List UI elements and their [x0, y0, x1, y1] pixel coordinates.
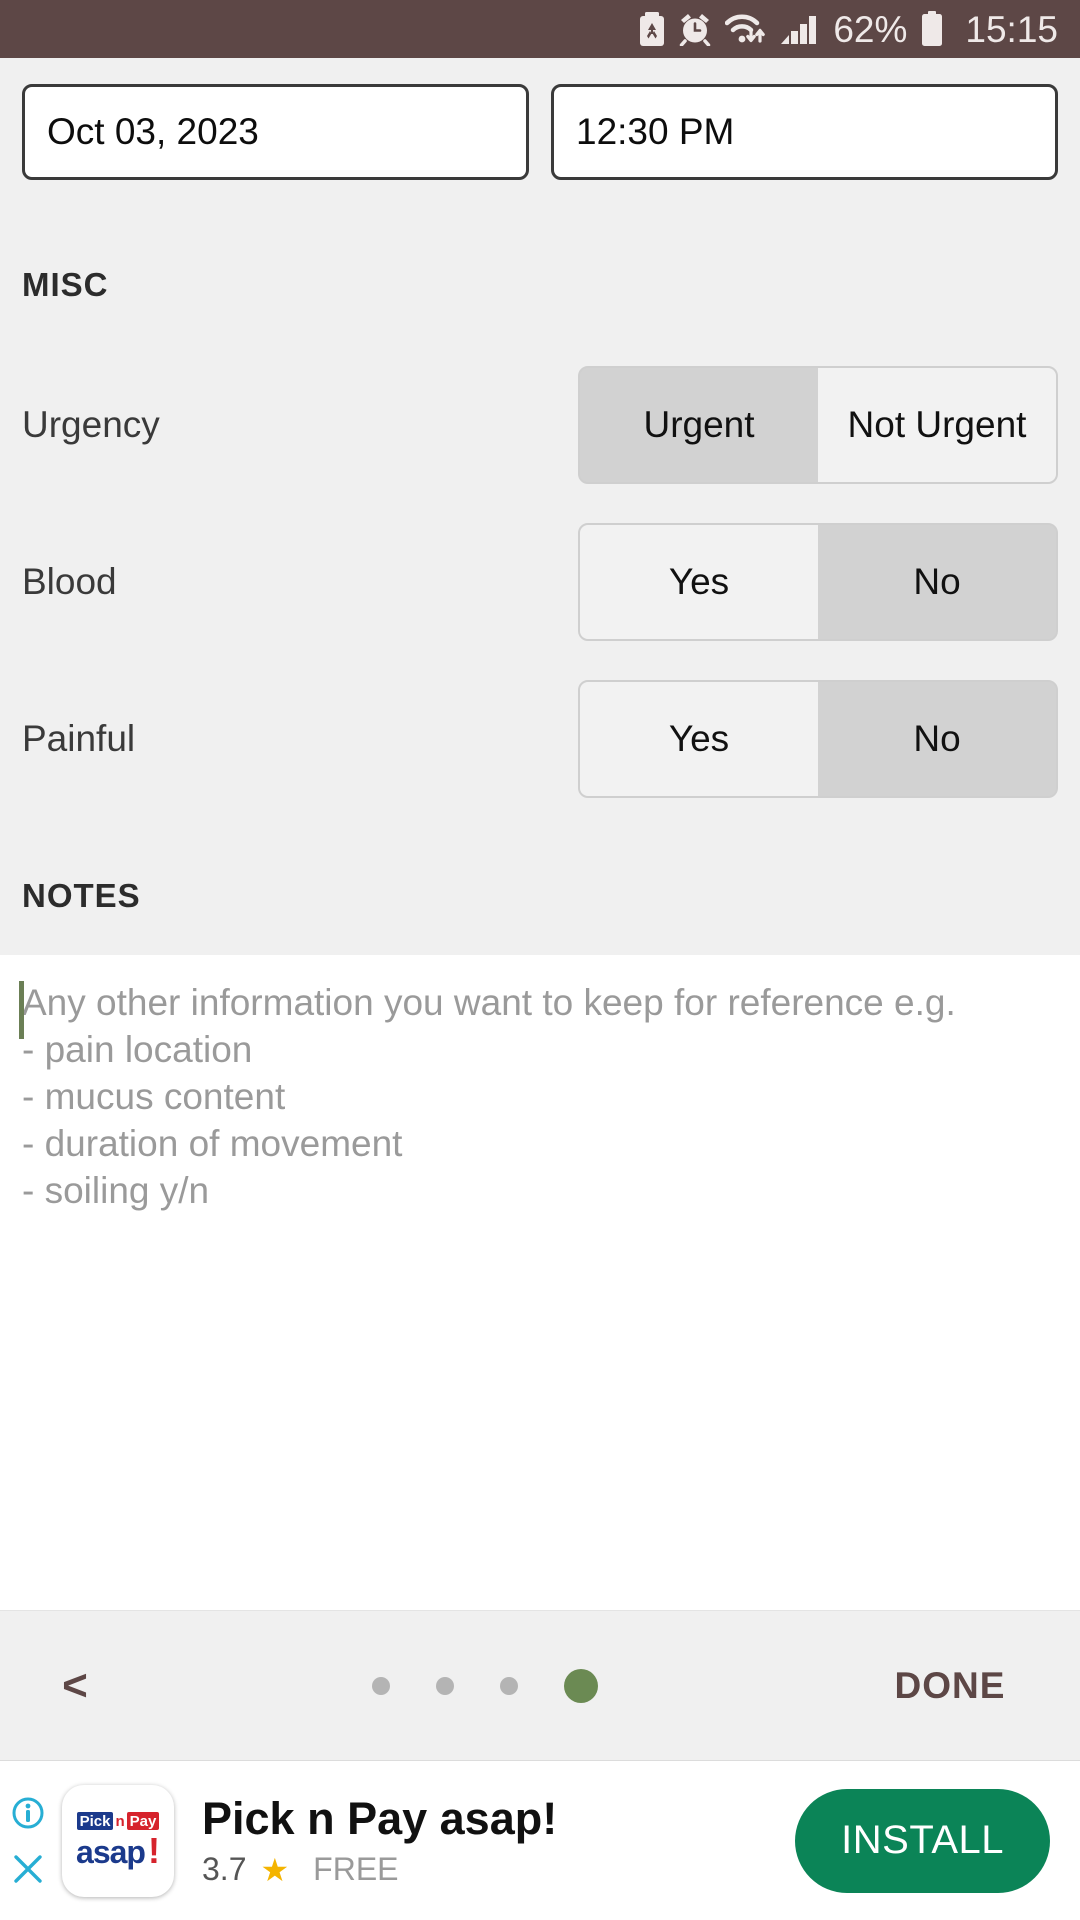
page-dot[interactable] [372, 1676, 390, 1695]
row-blood: Blood Yes No [0, 503, 1080, 660]
page-dot[interactable] [436, 1676, 454, 1695]
back-button[interactable]: < [0, 1661, 150, 1711]
page-dot-active[interactable] [564, 1668, 598, 1703]
notes-placeholder: Any other information you want to keep f… [22, 982, 956, 1211]
time-field[interactable]: 12:30 PM [551, 84, 1058, 180]
star-icon: ★ [260, 1851, 290, 1888]
app-root: 62% 15:15 Oct 03, 2023 12:30 PM MISC Urg… [0, 0, 1080, 1920]
battery-percent-label: 62% [833, 8, 908, 50]
segment-option-blood-no[interactable]: No [818, 524, 1056, 639]
row-urgency: Urgency Urgent Not Urgent [0, 346, 1080, 503]
bottom-navigation: < DONE [0, 1610, 1080, 1760]
ad-text-block: Pick n Pay asap! 3.7 ★ FREE [174, 1793, 795, 1889]
install-button[interactable]: INSTALL [795, 1788, 1050, 1893]
page-dot[interactable] [500, 1676, 518, 1695]
row-label-blood: Blood [22, 560, 117, 602]
row-painful: Painful Yes No [0, 660, 1080, 817]
close-icon[interactable] [10, 1851, 46, 1887]
logo-pay-text: Pay [126, 1812, 160, 1830]
segment-option-urgent[interactable]: Urgent [580, 367, 818, 482]
ad-controls [0, 1761, 56, 1920]
ad-rating-value: 3.7 [202, 1851, 247, 1887]
segment-option-not-urgent[interactable]: Not Urgent [818, 367, 1056, 482]
segmented-control-blood[interactable]: Yes No [578, 522, 1058, 641]
logo-asap-text: asap [76, 1834, 146, 1870]
row-label-painful: Painful [22, 717, 136, 759]
logo-exclamation-text: ! [147, 1830, 160, 1871]
battery-icon [920, 11, 944, 47]
row-label-urgency: Urgency [22, 403, 160, 445]
segment-option-blood-yes[interactable]: Yes [580, 524, 818, 639]
notes-section-header: NOTES [22, 877, 141, 914]
page-indicator [150, 1668, 820, 1703]
segment-option-painful-no[interactable]: No [818, 681, 1056, 796]
segmented-control-painful[interactable]: Yes No [578, 679, 1058, 798]
clock-label: 15:15 [965, 8, 1058, 50]
ad-banner[interactable]: Pick n Pay asap ! Pick n Pay asap! 3.7 ★… [0, 1760, 1080, 1920]
ad-title: Pick n Pay asap! [202, 1792, 558, 1844]
datetime-row: Oct 03, 2023 12:30 PM [0, 58, 1080, 180]
text-caret [19, 981, 24, 1039]
ad-app-logo: Pick n Pay asap ! [62, 1784, 174, 1897]
done-button[interactable]: DONE [820, 1665, 1080, 1707]
segmented-control-urgency[interactable]: Urgent Not Urgent [578, 365, 1058, 484]
notes-input[interactable]: Any other information you want to keep f… [0, 955, 1080, 1610]
alarm-clock-icon [678, 12, 712, 46]
logo-n-text: n [115, 1812, 125, 1830]
ad-price-label: FREE [313, 1851, 399, 1887]
status-bar: 62% 15:15 [0, 0, 1080, 58]
wifi-icon [725, 12, 767, 46]
misc-rows: Urgency Urgent Not Urgent Blood Yes No P… [0, 346, 1080, 817]
battery-saver-icon [639, 12, 665, 46]
segment-option-painful-yes[interactable]: Yes [580, 681, 818, 796]
ad-meta: 3.7 ★ FREE [202, 1851, 795, 1889]
date-field[interactable]: Oct 03, 2023 [22, 84, 529, 180]
misc-section-header: MISC [22, 266, 109, 303]
info-icon[interactable] [10, 1795, 46, 1831]
signal-bars-icon [780, 13, 818, 45]
logo-pick-text: Pick [76, 1812, 114, 1830]
